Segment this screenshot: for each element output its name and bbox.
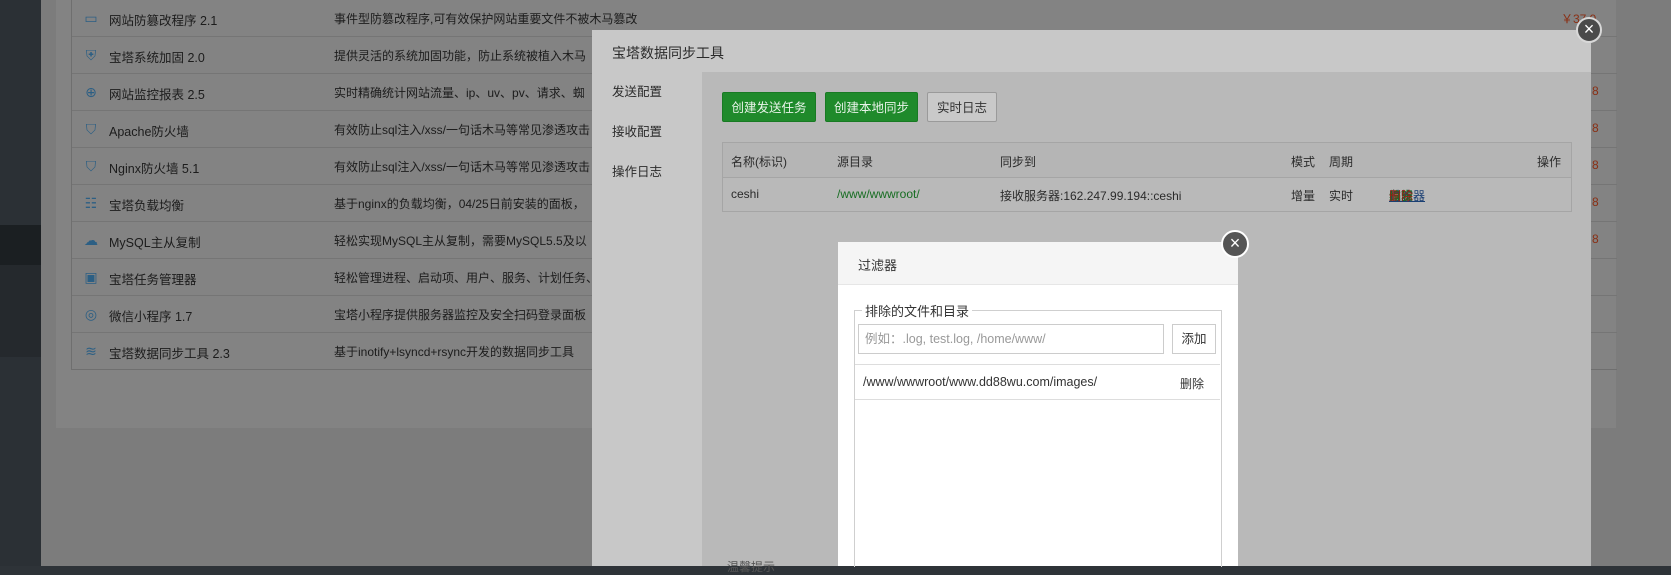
plugin-price: 8 <box>1592 84 1599 98</box>
shield-lock-icon: ▭ <box>84 10 98 26</box>
dialog-side-nav: 发送配置 接收配置 操作日志 <box>592 72 702 566</box>
left-sidebar <box>0 0 41 566</box>
wechat-mini-icon: ◎ <box>84 306 98 322</box>
header-ops: 操作 <box>1537 155 1562 169</box>
sidebar-active-band <box>0 225 41 265</box>
nav-receive-config[interactable]: 接收配置 <box>592 112 702 152</box>
plugin-name: Nginx防火墙 5.1 <box>109 162 200 176</box>
plugin-desc: 提供灵活的系统加固功能，防止系统被植入木马 <box>334 49 587 63</box>
nav-send-config[interactable]: 发送配置 <box>592 72 702 112</box>
exclude-legend: 排除的文件和目录 <box>862 301 973 320</box>
waf-icon: ⛉ <box>85 121 97 137</box>
sidebar-band <box>0 265 41 357</box>
header-period: 周期 <box>1329 155 1354 169</box>
sync-task-table: 名称(标识) 源目录 同步到 模式 周期 操作 ceshi /www/wwwro… <box>722 142 1572 212</box>
dialog-title: 宝塔数据同步工具 <box>612 45 724 61</box>
exclude-path: /www/wwwroot/www.dd88wu.com/images/ <box>863 375 1098 389</box>
realtime-log-button[interactable]: 实时日志 <box>927 92 997 122</box>
plugin-desc: 有效防止sql注入/xss/一句话木马等常见渗透攻击 <box>334 160 591 174</box>
plugin-price: 8 <box>1592 121 1599 135</box>
tips-heading: 温馨提示 <box>727 560 776 574</box>
header-src: 源目录 <box>837 155 874 169</box>
plugin-desc: 轻松管理进程、启动项、用户、服务、计划任务、 <box>334 271 599 285</box>
exclude-path-input[interactable]: 例如：.log, test.log, /home/www/ <box>858 324 1164 354</box>
plugin-name: 宝塔数据同步工具 2.3 <box>109 347 230 361</box>
plugin-price: 8 <box>1592 195 1599 209</box>
create-local-sync-button[interactable]: 创建本地同步 <box>825 92 918 122</box>
plugin-price: 8 <box>1592 232 1599 246</box>
filter-titlebar: 过滤器 <box>838 242 1238 285</box>
plugin-name: Apache防火墙 <box>109 125 189 139</box>
database-sync-icon: ≋ <box>85 343 97 359</box>
globe-icon: ⊕ <box>85 84 97 100</box>
header-dest: 同步到 <box>1000 155 1037 169</box>
header-mode: 模式 <box>1291 155 1316 169</box>
cell-dest: 接收服务器:162.247.99.194::ceshi <box>1000 189 1182 203</box>
plugin-desc: 实时精确统计网站流量、ip、uv、pv、请求、蜘 <box>334 86 585 100</box>
plugin-name: 宝塔系统加固 2.0 <box>109 51 205 65</box>
plugin-desc: 事件型防篡改程序,可有效保护网站重要文件不被木马篡改 <box>334 12 638 26</box>
plugin-desc: 基于nginx的负载均衡，04/25日前安装的面板， <box>334 197 585 211</box>
plugin-desc: 轻松实现MySQL主从复制，需要MySQL5.5及以 <box>334 234 587 248</box>
network-tree-icon: ☷ <box>84 195 98 211</box>
plugin-name: 网站监控报表 2.5 <box>109 88 205 102</box>
exclude-list: /www/wwwroot/www.dd88wu.com/images/ 删除 <box>855 364 1220 567</box>
plugin-name: MySQL主从复制 <box>109 236 201 250</box>
delete-link[interactable]: 删除 <box>1389 187 1413 204</box>
add-button[interactable]: 添加 <box>1172 324 1216 354</box>
plugin-name: 宝塔任务管理器 <box>109 273 197 287</box>
plugin-desc: 基于inotify+lsyncd+rsync开发的数据同步工具 <box>334 345 575 359</box>
nav-operation-log[interactable]: 操作日志 <box>592 152 702 192</box>
cloud-sync-icon: ☁ <box>84 232 98 248</box>
cell-period: 实时 <box>1329 189 1354 203</box>
close-icon[interactable]: × <box>1221 230 1249 258</box>
filter-dialog: 过滤器 排除的文件和目录 例如：.log, test.log, /home/ww… <box>838 242 1238 567</box>
plugin-name: 微信小程序 1.7 <box>109 310 193 324</box>
plugin-desc: 宝塔小程序提供服务器监控及安全扫码登录面板 <box>334 308 587 322</box>
filter-title: 过滤器 <box>858 258 898 273</box>
plugin-name: 网站防篡改程序 2.1 <box>109 14 218 28</box>
cell-mode: 增量 <box>1291 189 1316 203</box>
plugin-name: 宝塔负载均衡 <box>109 199 185 213</box>
header-name: 名称(标识) <box>731 155 787 169</box>
cell-name: ceshi <box>731 187 760 201</box>
list-item: /www/wwwroot/www.dd88wu.com/images/ 删除 <box>855 365 1220 400</box>
shield-plus-icon: ⛨ <box>85 47 97 63</box>
plugin-desc: 有效防止sql注入/xss/一句话木马等常见渗透攻击 <box>334 123 591 137</box>
cell-src-link[interactable]: /www/wwwroot/ <box>837 187 920 201</box>
monitor-icon: ▣ <box>84 269 98 285</box>
create-send-task-button[interactable]: 创建发送任务 <box>722 92 816 122</box>
delete-item-button[interactable]: 删除 <box>1180 375 1204 392</box>
plugin-price: 8 <box>1592 158 1599 172</box>
close-icon[interactable]: × <box>1576 17 1602 43</box>
waf-icon: ⛉ <box>85 158 97 174</box>
dialog-titlebar: 宝塔数据同步工具 <box>592 30 1591 73</box>
